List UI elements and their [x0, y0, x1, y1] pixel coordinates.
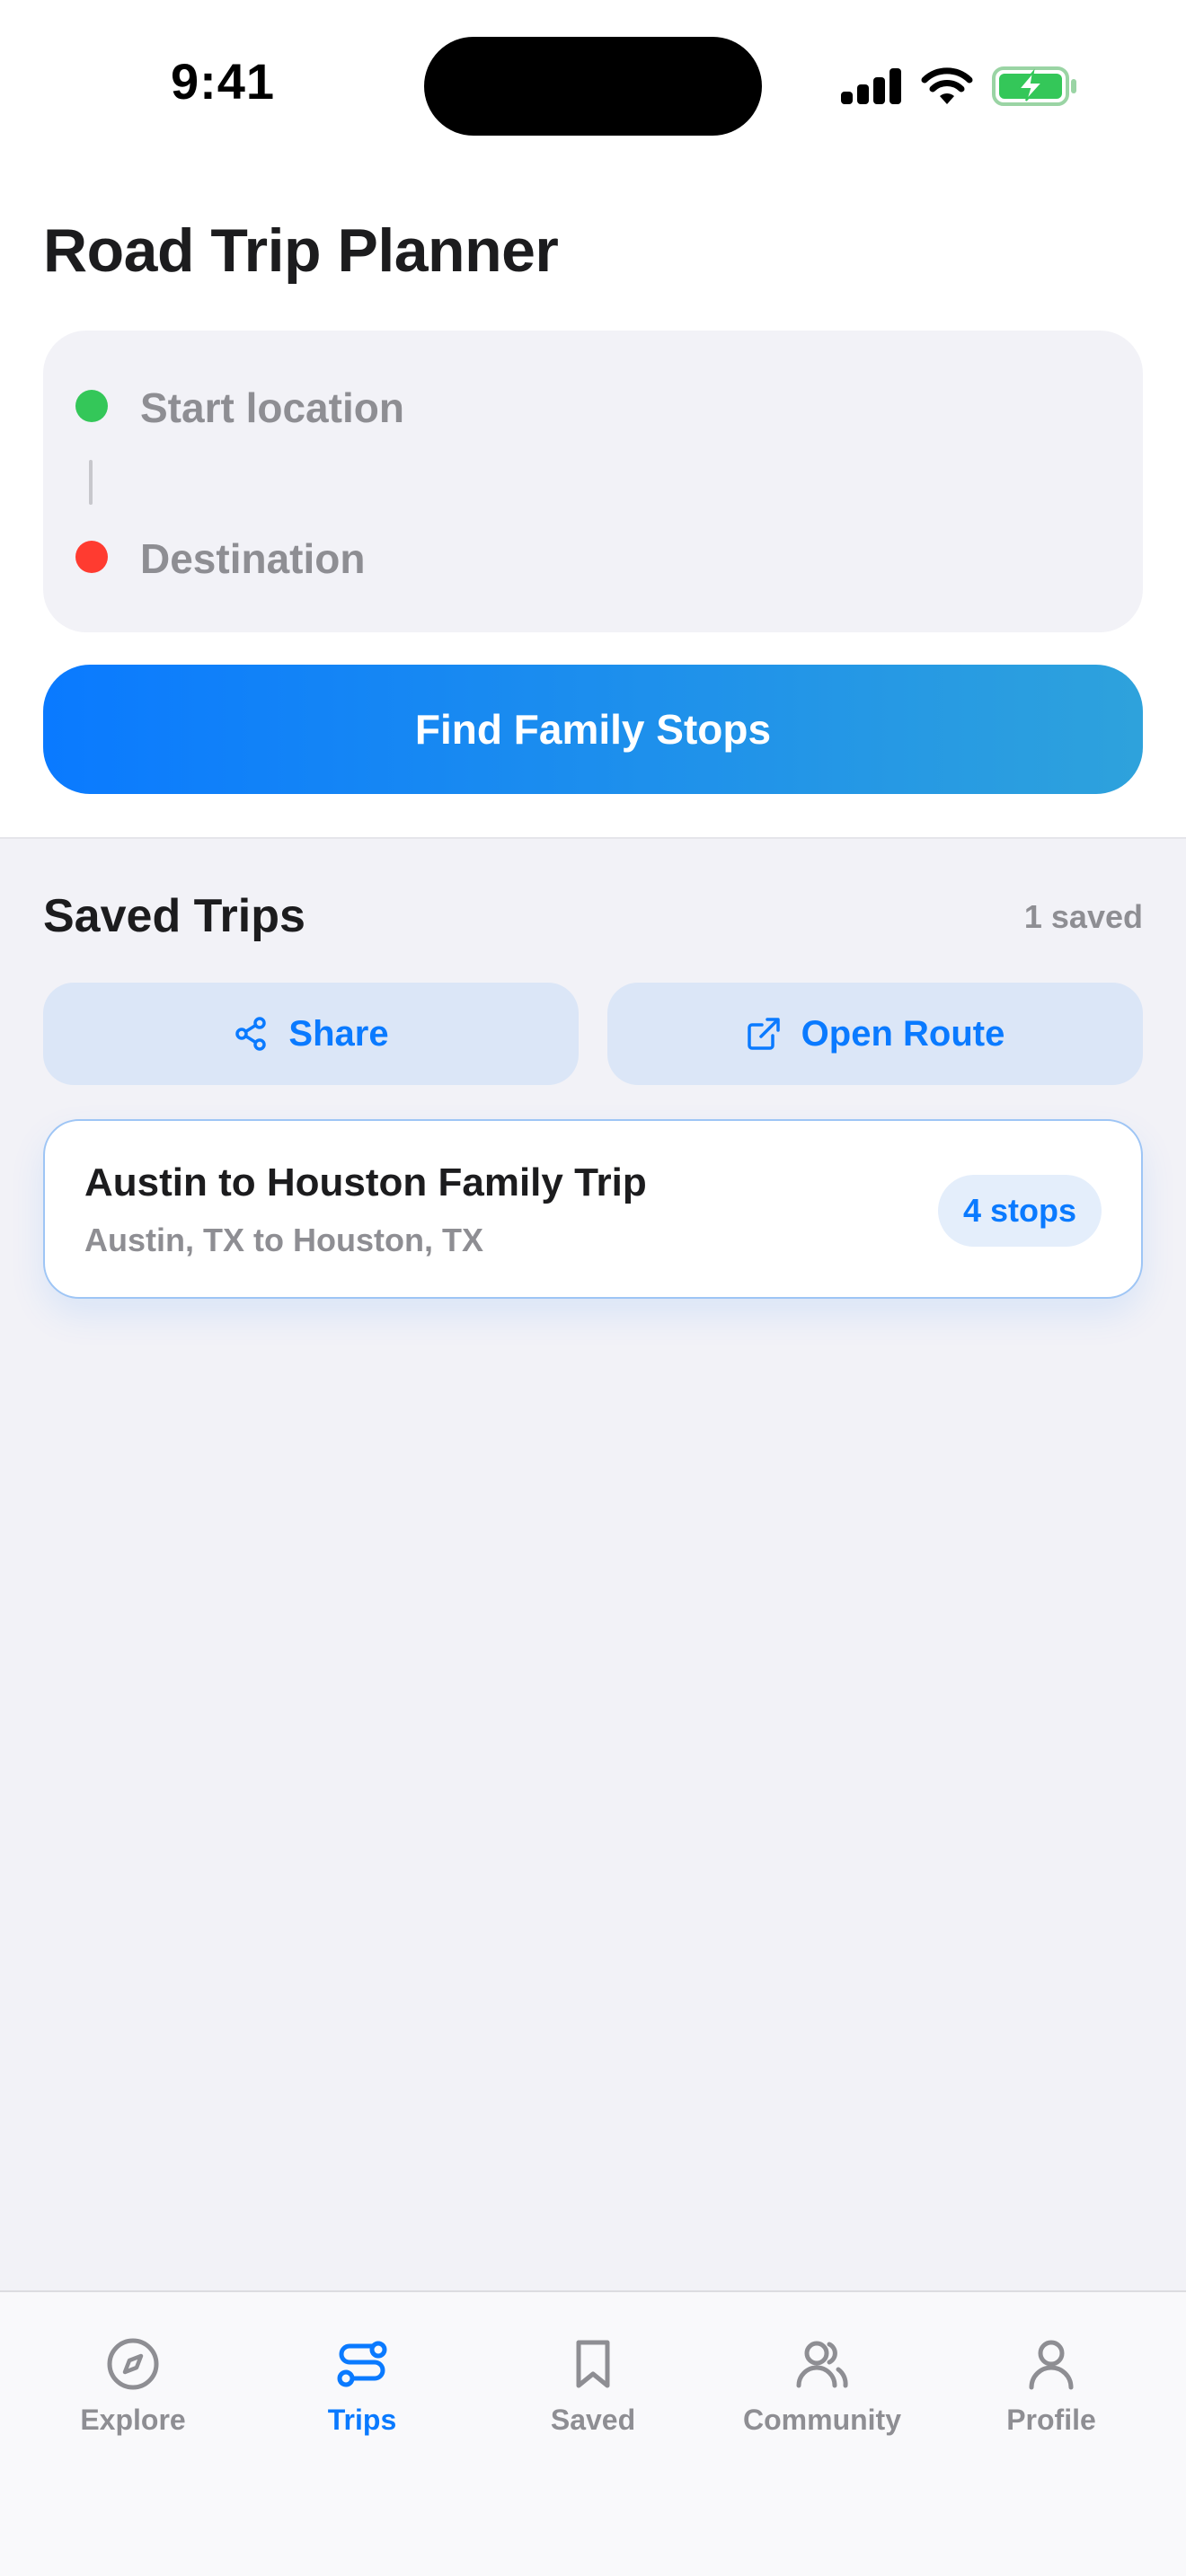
tab-saved[interactable]: Saved [494, 2335, 692, 2452]
page-title: Road Trip Planner [43, 216, 559, 285]
tab-explore[interactable]: Explore [34, 2335, 232, 2452]
saved-count: 1 saved [1023, 898, 1143, 935]
tab-profile-label: Profile [1006, 2404, 1096, 2436]
dynamic-island [424, 37, 762, 136]
compass-icon [107, 2338, 159, 2390]
app-screen: 9:41 Road Trip Planner Find Family Stops [0, 0, 1186, 2576]
planner-header-section: 9:41 Road Trip Planner Find Family Stops [0, 0, 1186, 839]
cellular-signal-icon [841, 68, 902, 104]
find-family-stops-button[interactable]: Find Family Stops [43, 665, 1143, 794]
route-icon [337, 2341, 387, 2387]
saved-trip-card[interactable]: Austin to Houston Family Trip Austin, TX… [43, 1119, 1143, 1299]
tab-explore-label: Explore [80, 2404, 186, 2436]
open-route-button[interactable]: Open Route [607, 983, 1143, 1085]
route-connector-line [89, 460, 93, 505]
status-time: 9:41 [170, 53, 276, 110]
trip-title: Austin to Houston Family Trip [84, 1160, 647, 1204]
stops-count-badge: 4 stops [937, 1175, 1102, 1247]
share-label: Share [288, 1013, 389, 1054]
trip-route-subtitle: Austin, TX to Houston, TX [84, 1222, 483, 1258]
battery-charging-icon [992, 66, 1076, 106]
users-icon [796, 2341, 848, 2388]
destination-dot [75, 541, 108, 573]
wifi-icon [921, 67, 973, 104]
destination-input[interactable] [140, 523, 1111, 595]
open-route-label: Open Route [801, 1013, 1005, 1054]
share-icon [235, 1017, 267, 1051]
start-location-input[interactable] [140, 372, 1111, 444]
share-button[interactable]: Share [43, 983, 579, 1085]
person-icon [1029, 2340, 1074, 2390]
tab-saved-label: Saved [550, 2404, 636, 2436]
tab-community[interactable]: Community [723, 2335, 921, 2452]
saved-trips-title: Saved Trips [43, 890, 305, 942]
tab-profile[interactable]: Profile [952, 2335, 1150, 2452]
external-link-icon [747, 1018, 780, 1050]
tab-trips-label: Trips [327, 2404, 397, 2436]
tab-trips[interactable]: Trips [263, 2335, 461, 2452]
start-location-dot [75, 390, 108, 422]
tab-community-label: Community [743, 2404, 901, 2436]
bookmark-icon [576, 2340, 610, 2388]
